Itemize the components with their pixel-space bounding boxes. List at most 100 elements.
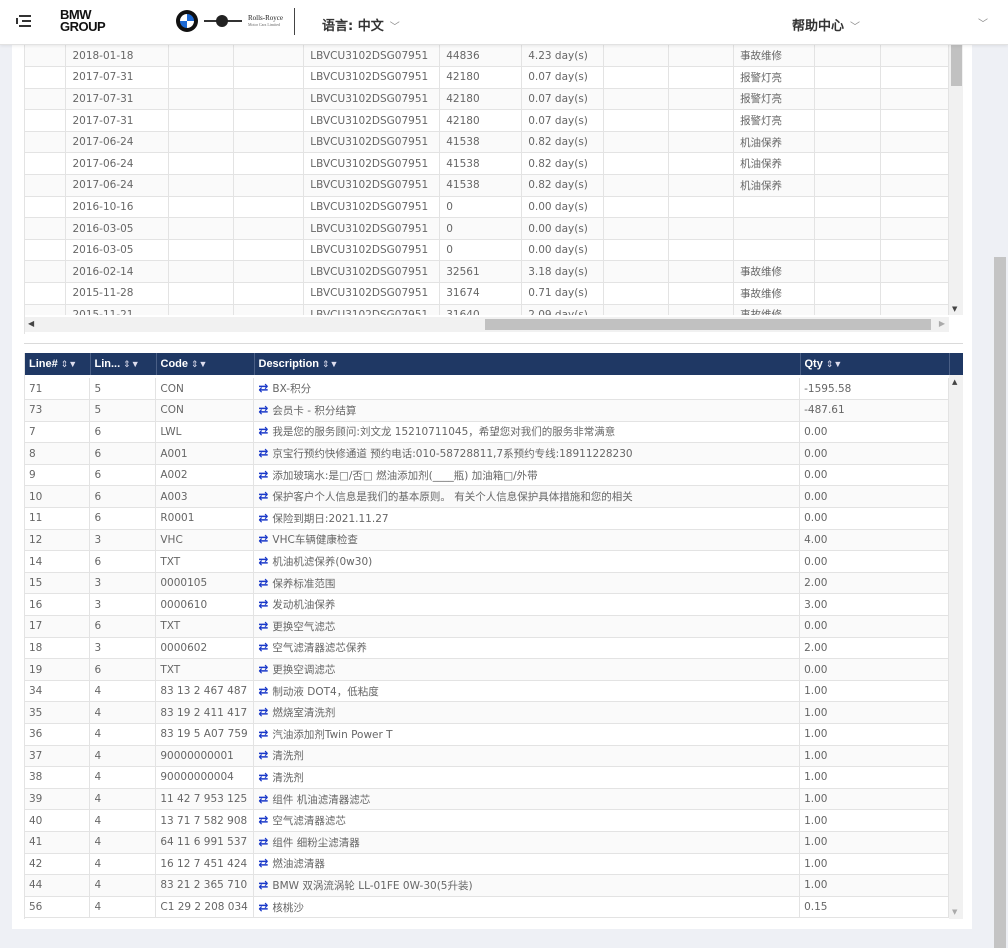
exchange-arrows-icon[interactable]: ⇄ <box>258 597 268 611</box>
exchange-arrows-icon[interactable]: ⇄ <box>258 576 268 590</box>
language-selector[interactable]: 语言: 中文 ﹀ <box>322 15 400 34</box>
scroll-left-icon[interactable]: ◀ <box>28 319 34 328</box>
page-scrollbar[interactable] <box>992 45 1008 948</box>
table-cell: 14 <box>25 550 91 573</box>
table-row[interactable]: 9 6 A002 ⇄ 添加玻璃水:是□/否□ 燃油添加剂(____瓶) 加油箱□/外带 0… <box>25 464 949 487</box>
exchange-arrows-icon[interactable]: ⇄ <box>258 554 268 568</box>
sort-filter-icon[interactable]: ⇕▼ <box>826 359 842 369</box>
table-row[interactable]: 56 4 C1 29 2 208 034 ⇄ 核桃沙 0.15 <box>25 896 949 919</box>
user-menu-chevron-icon[interactable]: ﹀ <box>978 15 988 30</box>
table-row[interactable]: 2017-06-24 LBVCU3102DSG07951 41538 0.82 day… <box>25 174 949 197</box>
sort-filter-icon[interactable]: ⇕▼ <box>322 359 338 369</box>
table-row[interactable]: 14 6 TXT ⇄ 机油机滤保养(0w30) 0.00 <box>25 550 949 573</box>
table-cell <box>880 66 949 89</box>
table-cell <box>668 174 735 197</box>
table-row[interactable]: 2018-01-18 LBVCU3102DSG07951 44836 4.23 day… <box>25 45 949 68</box>
table-row[interactable]: 12 3 VHC ⇄ VHC车辆健康检查 4.00 <box>25 529 949 552</box>
table-row[interactable]: 2017-07-31 LBVCU3102DSG07951 42180 0.07 day… <box>25 109 949 132</box>
table-row[interactable]: 38 4 90000000004 ⇄ 清洗剂 1.00 <box>25 766 949 789</box>
table-row[interactable]: 2016-02-14 LBVCU3102DSG07951 32561 3.18 day… <box>25 260 949 284</box>
exchange-arrows-icon[interactable]: ⇄ <box>258 813 268 827</box>
table-row[interactable]: 73 5 CON ⇄ 会员卡 - 积分结算 -487.61 <box>25 399 949 422</box>
table-row[interactable]: 2015-11-21 LBVCU3102DSG07951 31640 2.09 day… <box>25 304 949 315</box>
exchange-arrows-icon[interactable]: ⇄ <box>258 835 268 849</box>
exchange-arrows-icon[interactable]: ⇄ <box>258 468 268 482</box>
menu-icon[interactable] <box>16 14 32 28</box>
exchange-arrows-icon[interactable]: ⇄ <box>258 878 268 892</box>
exchange-arrows-icon[interactable]: ⇄ <box>258 748 268 762</box>
sort-filter-icon[interactable]: ⇕▼ <box>123 359 139 369</box>
work-order-vscroll[interactable]: ▲ ▼ <box>949 375 963 919</box>
hscroll-thumb[interactable] <box>485 319 931 330</box>
exchange-arrows-icon[interactable]: ⇄ <box>258 662 268 676</box>
table-row[interactable]: 71 5 CON ⇄ BX-积分 -1595.58 <box>25 378 949 401</box>
exchange-arrows-icon[interactable]: ⇄ <box>258 770 268 784</box>
table-row[interactable]: 2017-07-31 LBVCU3102DSG07951 42180 0.07 day… <box>25 66 949 89</box>
exchange-arrows-icon[interactable]: ⇄ <box>258 511 268 525</box>
table-cell <box>233 196 305 219</box>
help-center-menu[interactable]: 帮助中心 ﹀ <box>792 15 860 34</box>
exchange-arrows-icon[interactable]: ⇄ <box>258 856 268 870</box>
scroll-up-icon[interactable]: ▲ <box>952 378 957 386</box>
scroll-down-icon[interactable]: ▼ <box>952 305 957 313</box>
exchange-arrows-icon[interactable]: ⇄ <box>258 640 268 654</box>
column-header[interactable]: Code ⇕▼ <box>156 353 255 375</box>
column-header[interactable]: Qty ⇕▼ <box>800 353 950 375</box>
exchange-arrows-icon[interactable]: ⇄ <box>258 727 268 741</box>
table-row[interactable]: 19 6 TXT ⇄ 更换空调滤芯 0.00 <box>25 658 949 681</box>
table-row[interactable]: 18 3 0000602 ⇄ 空气滤清器滤芯保养 2.00 <box>25 637 949 660</box>
table-row[interactable]: 16 3 0000610 ⇄ 发动机油保养 3.00 <box>25 593 949 617</box>
grid-rows[interactable]: 71 5 CON ⇄ BX-积分 -1595.58 73 5 CON ⇄ 会员卡 - 积分结算 -48… <box>25 378 949 919</box>
exchange-arrows-icon[interactable]: ⇄ <box>258 900 268 914</box>
table-row[interactable]: 2017-06-24 LBVCU3102DSG07951 41538 0.82 day… <box>25 152 949 176</box>
service-history-vscroll[interactable]: ▼ <box>949 45 963 315</box>
column-header[interactable]: Lin... ⇕▼ <box>90 353 157 375</box>
table-row[interactable]: 2016-10-16 LBVCU3102DSG07951 0 0.00 day(s) <box>25 196 949 219</box>
exchange-arrows-icon[interactable]: ⇄ <box>258 705 268 719</box>
page-scrollbar-thumb[interactable] <box>994 257 1006 948</box>
exchange-arrows-icon[interactable]: ⇄ <box>258 684 268 698</box>
table-row[interactable]: 2016-03-05 LBVCU3102DSG07951 0 0.00 day(s) <box>25 239 949 262</box>
table-row[interactable]: 17 6 TXT ⇄ 更换空气滤芯 0.00 <box>25 615 949 638</box>
table-row[interactable]: 2017-06-24 LBVCU3102DSG07951 41538 0.82 day… <box>25 131 949 154</box>
table-row[interactable]: 42 4 16 12 7 451 424 ⇄ 燃油滤清器 1.00 <box>25 853 949 876</box>
column-header[interactable]: Line# ⇕▼ <box>25 353 91 375</box>
table-row[interactable]: 8 6 A001 ⇄ 京宝行预约快修通道 预约电话:010-58728811,7系预约专… <box>25 442 949 465</box>
exchange-arrows-icon[interactable]: ⇄ <box>258 381 268 395</box>
table-row[interactable]: 2016-03-05 LBVCU3102DSG07951 0 0.00 day(s) <box>25 217 949 240</box>
table-row[interactable]: 34 4 83 13 2 467 487 ⇄ 制动液 DOT4，低粘度 1.00 <box>25 680 949 703</box>
column-header[interactable]: Description ⇕▼ <box>254 353 801 375</box>
bmw-group-logo[interactable]: BMW GROUP <box>60 8 106 33</box>
table-cell: 6 <box>89 442 157 465</box>
table-row[interactable]: 2017-07-31 LBVCU3102DSG07951 42180 0.07 day… <box>25 88 949 111</box>
exchange-arrows-icon[interactable]: ⇄ <box>258 489 268 503</box>
exchange-arrows-icon[interactable]: ⇄ <box>258 446 268 460</box>
table-row[interactable]: 37 4 90000000001 ⇄ 清洗剂 1.00 <box>25 745 949 768</box>
table-row[interactable]: 35 4 83 19 2 411 417 ⇄ 燃烧室清洗剂 1.00 <box>25 701 949 724</box>
exchange-arrows-icon[interactable]: ⇄ <box>258 532 268 546</box>
exchange-arrows-icon[interactable]: ⇄ <box>258 792 268 806</box>
table-row[interactable]: 2015-11-28 LBVCU3102DSG07951 31674 0.71 day… <box>25 282 949 305</box>
table-row[interactable]: 44 4 83 21 2 365 710 ⇄ BMW 双涡流涡轮 LL-01FE 0W-… <box>25 874 949 897</box>
table-row[interactable]: 40 4 13 71 7 582 908 ⇄ 空气滤清器滤芯 1.00 <box>25 809 949 832</box>
vscroll-thumb[interactable] <box>951 45 962 86</box>
exchange-arrows-icon[interactable]: ⇄ <box>258 403 268 417</box>
exchange-arrows-icon[interactable]: ⇄ <box>258 619 268 633</box>
sort-filter-icon[interactable]: ⇕▼ <box>61 359 77 369</box>
table-row[interactable]: 39 4 11 42 7 953 125 ⇄ 组件 机油滤清器滤芯 1.00 <box>25 788 949 811</box>
table-row[interactable]: 15 3 0000105 ⇄ 保养标准范围 2.00 <box>25 572 949 595</box>
table-cell: ⇄ 燃烧室清洗剂 <box>253 701 801 724</box>
table-row[interactable]: 7 6 LWL ⇄ 我是您的服务顾问:刘文龙 15210711045，希望您对我们的服务… <box>25 421 949 444</box>
exchange-arrows-icon[interactable]: ⇄ <box>258 424 268 438</box>
table-row[interactable]: 11 6 R0001 ⇄ 保险到期日:2021.11.27 0.00 <box>25 507 949 530</box>
service-history-rows[interactable]: 2018-01-18 LBVCU3102DSG07951 44836 4.23 day… <box>25 45 949 315</box>
scroll-down-icon[interactable]: ▼ <box>952 908 957 916</box>
table-row[interactable]: 10 6 A003 ⇄ 保护客户个人信息是我们的基本原则。 有关个人信息保护具体措施和您… <box>25 485 949 509</box>
scroll-right-icon[interactable]: ▶ <box>939 319 945 328</box>
sort-filter-icon[interactable]: ⇕▼ <box>191 359 207 369</box>
description-text: 京宝行预约快修通道 预约电话:010-58728811,7系预约专线:18911… <box>272 448 633 461</box>
table-cell: 56 <box>25 896 91 919</box>
table-row[interactable]: 41 4 64 11 6 991 537 ⇄ 组件 细粉尘滤清器 1.00 <box>25 831 949 854</box>
table-row[interactable]: 36 4 83 19 5 A07 759 ⇄ 汽油添加剂Twin Power T 1.00 <box>25 723 949 746</box>
service-history-hscroll[interactable]: ◀ ▶ <box>25 317 949 332</box>
